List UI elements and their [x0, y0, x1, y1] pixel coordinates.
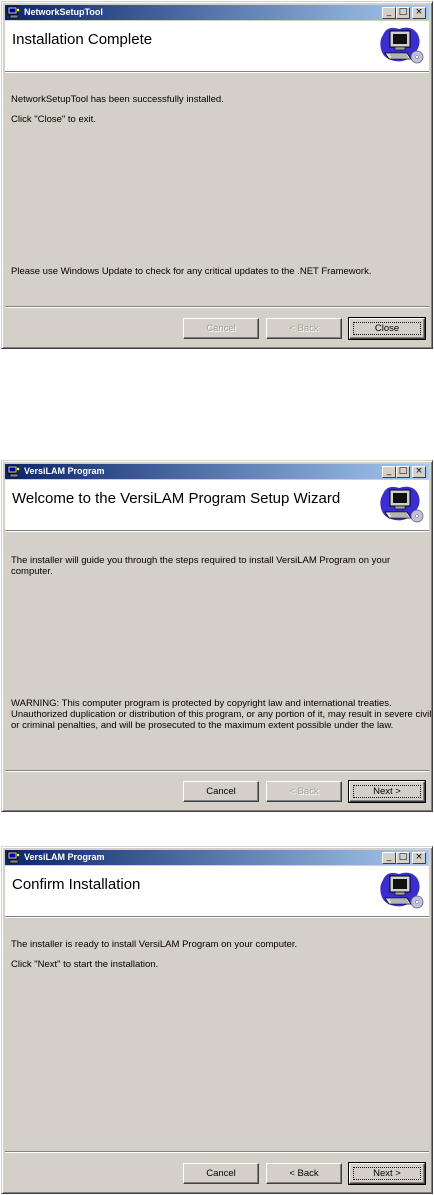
- intro-text: The installer will guide you through the…: [11, 555, 391, 577]
- title-bar[interactable]: VersiLAM Program _ □ ×: [5, 850, 429, 865]
- page-title: Confirm Installation: [12, 876, 141, 893]
- footer-divider: [5, 770, 429, 772]
- title-bar[interactable]: VersiLAM Program _ □ ×: [5, 464, 429, 479]
- header-banner: Confirm Installation: [5, 866, 429, 918]
- warning-line-2: Unauthorized duplication or distribution…: [11, 709, 432, 720]
- next-button[interactable]: Next >: [348, 1162, 426, 1185]
- focus-rect: [353, 785, 421, 798]
- computer-setup-icon: [380, 27, 424, 64]
- window-title: NetworkSetupTool: [24, 7, 103, 17]
- computer-setup-icon: [380, 486, 424, 523]
- network-setup-tool-window: NetworkSetupTool _ □ × Installation Comp…: [1, 1, 433, 349]
- ready-message: The installer is ready to install VersiL…: [11, 939, 298, 950]
- minimize-button[interactable]: _: [382, 466, 396, 478]
- maximize-button[interactable]: □: [396, 7, 410, 19]
- footer-divider: [5, 1151, 429, 1153]
- maximize-button[interactable]: □: [396, 466, 410, 478]
- versilam-welcome-window: VersiLAM Program _ □ × Welcome to the Ve…: [1, 460, 433, 812]
- minimize-button[interactable]: _: [382, 7, 396, 19]
- minimize-button[interactable]: _: [382, 852, 396, 864]
- focus-rect: [353, 1167, 421, 1180]
- window-title: VersiLAM Program: [24, 852, 105, 862]
- setup-icon: [7, 851, 20, 864]
- maximize-button[interactable]: □: [396, 852, 410, 864]
- focus-rect: [353, 322, 421, 335]
- close-button[interactable]: Close: [348, 317, 426, 340]
- update-notice: Please use Windows Update to check for a…: [11, 266, 372, 277]
- status-message: NetworkSetupTool has been successfully i…: [11, 94, 224, 105]
- close-window-button[interactable]: ×: [412, 466, 426, 478]
- page-title: Welcome to the VersiLAM Program Setup Wi…: [12, 490, 341, 507]
- back-button[interactable]: < Back: [266, 318, 342, 339]
- warning-line-3: or criminal penalties, and will be prose…: [11, 720, 394, 731]
- versilam-confirm-window: VersiLAM Program _ □ × Confirm Installat…: [1, 846, 433, 1194]
- setup-icon: [7, 465, 20, 478]
- header-banner: Installation Complete: [5, 21, 429, 73]
- window-title: VersiLAM Program: [24, 466, 105, 476]
- close-window-button[interactable]: ×: [412, 7, 426, 19]
- back-button[interactable]: < Back: [266, 1163, 342, 1184]
- computer-setup-icon: [380, 872, 424, 909]
- close-window-button[interactable]: ×: [412, 852, 426, 864]
- instruction-text: Click "Next" to start the installation.: [11, 959, 159, 970]
- next-button[interactable]: Next >: [348, 780, 426, 803]
- page-title: Installation Complete: [12, 31, 153, 48]
- footer-divider: [5, 306, 429, 308]
- header-banner: Welcome to the VersiLAM Program Setup Wi…: [5, 480, 429, 532]
- cancel-button[interactable]: Cancel: [183, 781, 259, 802]
- cancel-button[interactable]: Cancel: [183, 318, 259, 339]
- setup-icon: [7, 6, 20, 19]
- warning-line-1: WARNING: This computer program is protec…: [11, 698, 392, 709]
- title-bar[interactable]: NetworkSetupTool _ □ ×: [5, 5, 429, 20]
- instruction-text: Click "Close" to exit.: [11, 114, 96, 125]
- cancel-button[interactable]: Cancel: [183, 1163, 259, 1184]
- back-button[interactable]: < Back: [266, 781, 342, 802]
